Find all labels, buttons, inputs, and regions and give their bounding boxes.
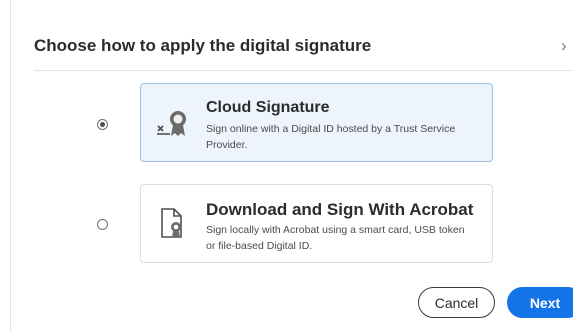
- dialog-title: Choose how to apply the digital signatur…: [34, 36, 372, 55]
- option-title: Cloud Signature: [206, 99, 330, 116]
- option-title: Download and Sign With Acrobat: [206, 200, 474, 219]
- chevron-right-icon[interactable]: ›: [561, 36, 567, 56]
- radio-cloud-signature[interactable]: [97, 119, 108, 130]
- next-button[interactable]: Next: [507, 287, 573, 318]
- left-divider: [10, 0, 11, 331]
- document-certificate-icon: [161, 208, 182, 238]
- radio-download-sign[interactable]: [97, 219, 108, 230]
- cloud-signature-icon: [157, 111, 186, 136]
- option-description: Sign online with a Digital ID hosted by …: [206, 123, 456, 151]
- option-description: Sign locally with Acrobat using a smart …: [206, 224, 465, 252]
- option-card-download-sign[interactable]: Download and Sign With Acrobat Sign loca…: [140, 184, 493, 263]
- header-divider: [34, 70, 573, 71]
- option-card-cloud-signature[interactable]: Cloud Signature Sign online with a Digit…: [140, 83, 493, 162]
- cancel-button[interactable]: Cancel: [418, 287, 495, 318]
